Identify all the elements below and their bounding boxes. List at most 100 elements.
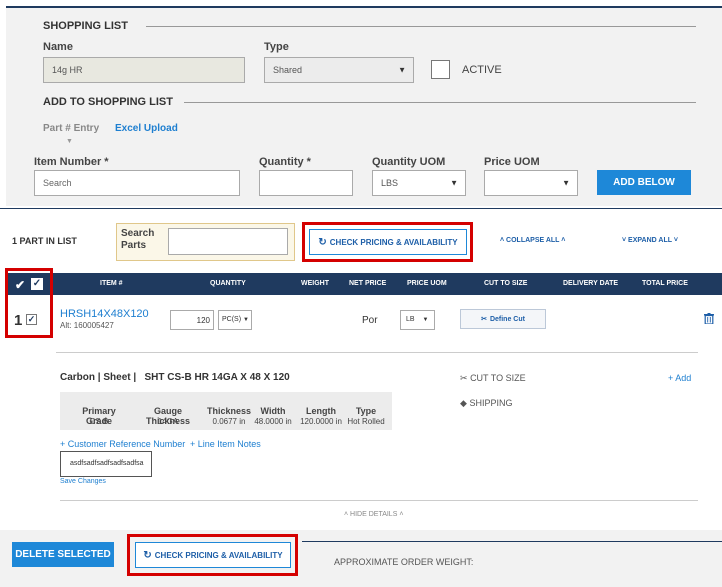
type-select[interactable]: Shared ▼ [264,57,414,83]
spec-primary-grade-value: CS B [89,417,109,426]
chevron-down-icon: ˅ [622,237,627,244]
tab-active-caret-icon: ▼ [66,138,73,145]
row-quantity-uom-select[interactable]: PC(S) ▼ [218,310,252,330]
customer-reference-link[interactable]: + Customer Reference Number [60,439,185,449]
active-label: ACTIVE [462,64,502,76]
trash-icon[interactable] [704,313,714,325]
caret-down-icon: ▼ [422,317,429,323]
spec-thickness-label: Thickness [206,406,252,416]
divider [0,208,722,209]
highlight-box [5,268,53,338]
tab-part-entry[interactable]: Part # Entry [43,123,99,134]
highlight-box [127,534,298,576]
chevron-up-icon: ˄ [500,237,505,244]
spec-thickness-value: 0.0677 in [212,417,246,426]
spec-width-label: Width [260,406,286,416]
row-price-uom-select[interactable]: LB ▼ [400,310,435,330]
hide-details-link[interactable]: ˄ HIDE DETAILS ˄ [344,511,403,518]
divider [302,541,722,542]
spec-gauge-value: 14GA [157,417,179,426]
search-parts-label-1: Search [121,228,155,239]
shipping-label: SHIPPING [469,398,513,408]
row-quantity-uom-value: PC(S) [222,316,242,323]
column-header-total-price: TOTAL PRICE [642,280,688,287]
chevron-up-icon: ˄ [399,511,404,518]
hide-details-label: HIDE DETAILS [350,511,398,518]
customer-reference-input[interactable]: asdfsadfsadfsadfsadfsa [60,451,152,477]
shopping-list-title: SHOPPING LIST [43,20,128,32]
search-parts-label-2: Parts [121,240,147,251]
delete-selected-button[interactable]: DELETE SELECTED [12,542,114,567]
cut-to-size-label: CUT TO SIZE [470,373,526,383]
active-checkbox[interactable] [431,60,450,79]
name-label: Name [43,41,73,53]
column-header-item: ITEM # [100,280,123,287]
quantity-uom-value: LBS [381,178,399,188]
item-number-input[interactable]: Search [34,170,240,196]
item-number-label: Item Number * [34,156,109,168]
save-changes-link[interactable]: Save Changes [60,478,106,485]
parts-count: 1 PART IN LIST [12,236,77,246]
row-checkbox[interactable]: ✓ [26,314,37,325]
expand-all-link[interactable]: ˅ EXPAND ALL ˅ [622,237,678,244]
divider [184,102,696,103]
add-to-list-title: ADD TO SHOPPING LIST [43,96,173,108]
scissors-icon: ✂ [460,373,468,383]
quantity-uom-label: Quantity UOM [372,156,446,168]
item-number-link[interactable]: HRSH14X48X120 [60,308,149,320]
spec-type-value: Hot Rolled [347,417,385,426]
collapse-all-label: COLLAPSE ALL [506,237,560,244]
quantity-uom-select[interactable]: LBS ▼ [372,170,466,196]
chevron-down-icon: ˅ [673,237,678,244]
spec-length-value: 120.0000 in [300,417,342,426]
spec-type-label: Type [355,406,377,416]
column-header-delivery-date: DELIVERY DATE [563,280,619,287]
search-parts-input[interactable] [168,228,288,255]
column-header-weight: WEIGHT [301,280,329,287]
alt-number: Alt: 160005427 [60,321,114,330]
customer-reference-value: asdfsadfsadfsadfsadfsa [70,460,144,467]
column-header-net-price: NET PRICE [349,280,387,287]
scissors-icon: ✂ [481,316,487,323]
collapse-all-link[interactable]: ˄ COLLAPSE ALL ˄ [500,237,565,244]
type-label: Type [264,41,289,53]
shipping-link[interactable]: ◆ SHIPPING [460,398,512,409]
line-item-notes-link[interactable]: + Line Item Notes [190,439,261,449]
cut-to-size-link[interactable]: ✂ CUT TO SIZE [460,373,526,384]
row-quantity-input[interactable]: 120 [170,310,214,330]
approx-order-weight-label: APPROXIMATE ORDER WEIGHT: [334,557,474,567]
item-description: Carbon | Sheet | SHT CS-B HR 14GA X 48 X… [60,372,290,383]
row-price-uom-value: LB [406,316,415,323]
expand-all-label: EXPAND ALL [628,237,672,244]
caret-down-icon: ▼ [243,317,249,323]
chevron-up-icon: ˄ [344,511,349,518]
tag-icon: ◆ [460,398,467,408]
item-number-placeholder: Search [43,178,72,188]
type-value: Shared [273,65,303,75]
price-uom-label: Price UOM [484,156,540,168]
caret-down-icon: ▼ [398,65,406,75]
chevron-up-icon: ˄ [561,237,566,244]
caret-down-icon: ▼ [450,178,458,188]
define-cut-button[interactable]: ✂ Define Cut [460,309,546,329]
name-value: 14g HR [52,65,83,75]
divider [146,26,696,27]
quantity-input[interactable] [259,170,353,196]
price-uom-select[interactable]: ▼ [484,170,578,196]
tab-excel-upload[interactable]: Excel Upload [115,123,178,134]
spec-width-value: 48.0000 in [254,417,292,426]
row-net-price: Por [362,315,378,326]
quantity-label: Quantity * [259,156,311,168]
spec-length-label: Length [306,406,336,416]
define-cut-label: Define Cut [489,315,525,323]
add-below-button[interactable]: ADD BELOW [597,170,691,195]
column-header-price-uom: PRICE UOM [407,280,447,287]
column-header-quantity: QUANTITY [210,280,246,287]
caret-down-icon: ▼ [562,178,570,188]
highlight-box [302,222,473,262]
add-cut-link[interactable]: + Add [668,373,691,383]
divider [60,500,698,501]
column-header-cut-to-size: CUT TO SIZE [484,280,528,287]
row-index: 1 [14,312,23,329]
name-field[interactable]: 14g HR [43,57,245,83]
